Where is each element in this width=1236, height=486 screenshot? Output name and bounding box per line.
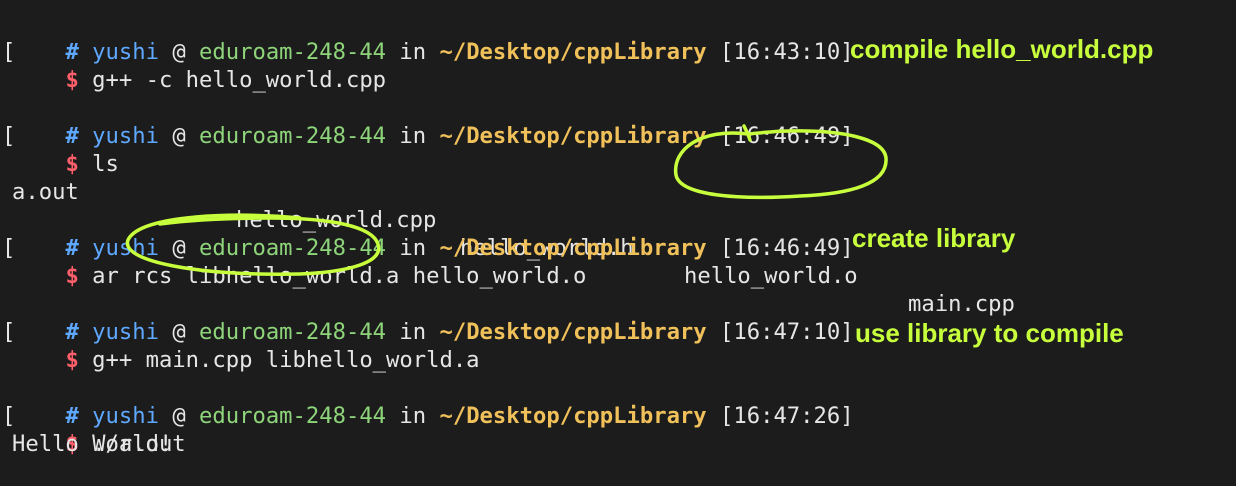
terminal-window[interactable]: # yushi @ eduroam-248-44 in ~/Desktop/cp… bbox=[0, 0, 1236, 466]
circle-libhello-world-a bbox=[125, 213, 381, 276]
annotation-use-library: use library to compile bbox=[855, 318, 1124, 348]
annotation-compile: compile hello_world.cpp bbox=[850, 34, 1154, 64]
circle-hello-world-o bbox=[673, 124, 888, 200]
annotation-marks bbox=[125, 124, 888, 276]
annotation-create-library: create library bbox=[852, 223, 1016, 253]
